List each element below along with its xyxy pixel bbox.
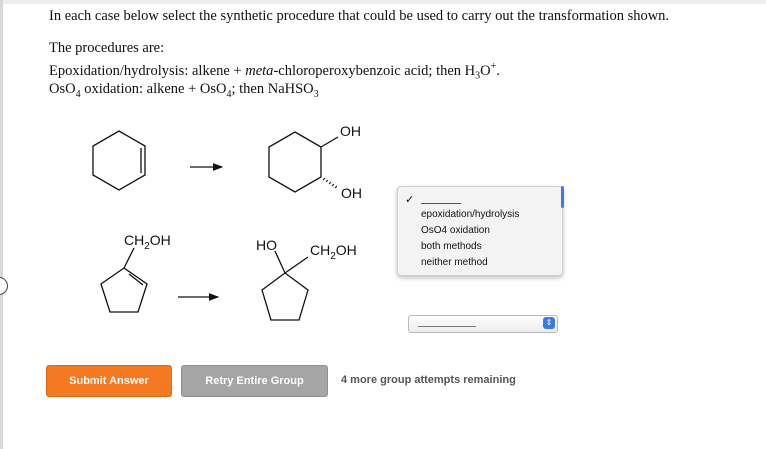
hydroxyl-label-product: HO <box>256 237 277 253</box>
hydroxyl-label-bottom: OH <box>341 185 362 201</box>
hydroxy-cyclopentylmethanol-structure <box>261 250 309 321</box>
select-blank-value <box>418 326 476 327</box>
attempts-remaining: 4 more group attempts remaining <box>341 374 516 386</box>
procedure-select-2[interactable]: ⇕ <box>408 315 558 333</box>
option-oso4[interactable]: OsO4 oxidation <box>421 225 490 236</box>
diol-structure <box>268 131 339 193</box>
blank-option[interactable] <box>421 203 461 204</box>
checkmark-icon: ✓ <box>405 194 415 206</box>
retry-group-button[interactable]: Retry Entire Group <box>181 365 328 397</box>
select-arrows-icon: ⇕ <box>543 317 555 329</box>
option-neither[interactable]: neither method <box>421 257 488 268</box>
hydroxymethyl-label-product: CH2OH <box>310 242 357 262</box>
option-epoxidation[interactable]: epoxidation/hydrolysis <box>421 209 519 220</box>
procedure-dropdown-list[interactable]: ✓ epoxidation/hydrolysis OsO4 oxidation … <box>397 186 563 276</box>
hydroxymethyl-label-start: CH2OH <box>124 232 171 252</box>
select-focus-edge <box>561 186 564 208</box>
cyclohexene-structure <box>92 130 146 191</box>
cyclopentenylmethanol-structure <box>100 247 148 313</box>
hydroxyl-label-top: OH <box>340 123 361 139</box>
option-both[interactable]: both methods <box>421 241 482 252</box>
submit-answer-button[interactable]: Submit Answer <box>46 365 172 397</box>
